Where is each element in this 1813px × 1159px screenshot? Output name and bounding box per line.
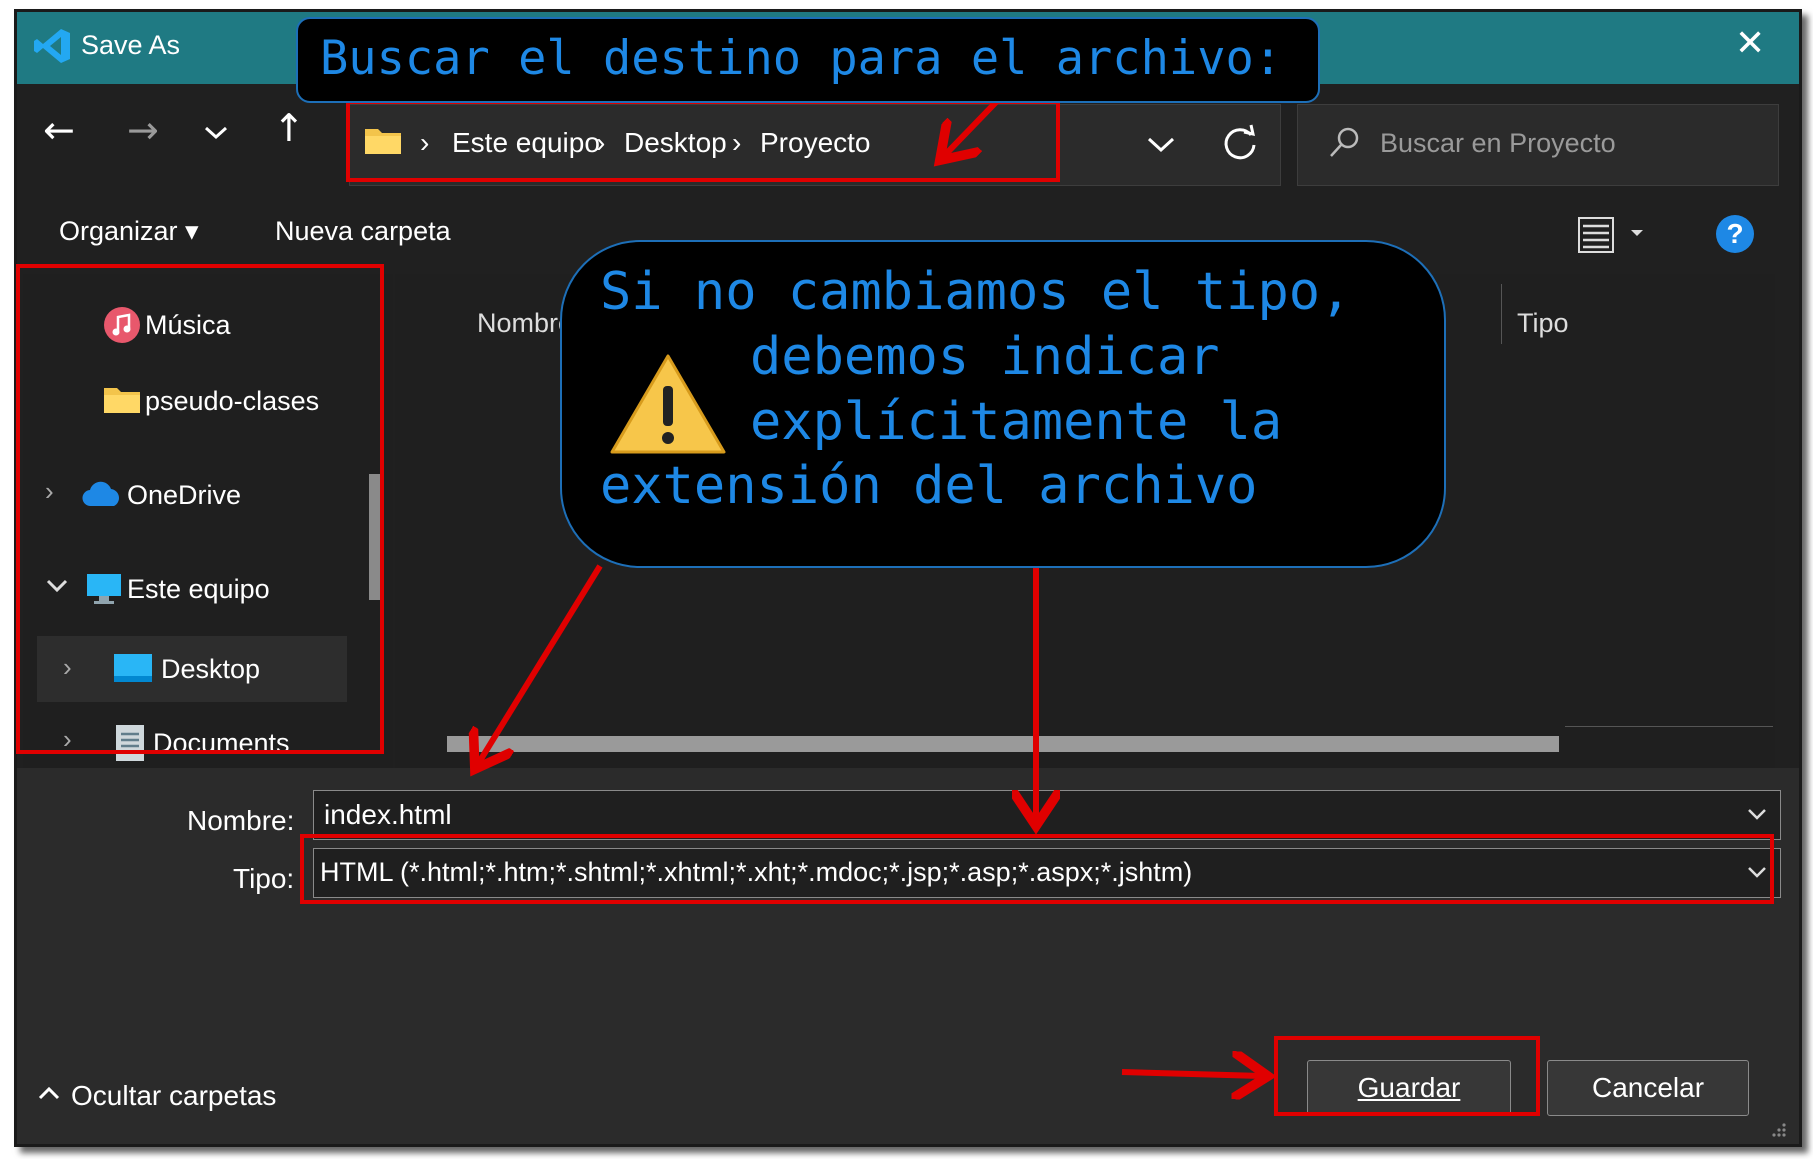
callout-warning-line-1: Si no cambiamos el tipo,: [600, 262, 1352, 322]
arrow-to-save-button: [1121, 1072, 1262, 1076]
callout-warning-line-2: debemos indicar: [750, 327, 1220, 387]
warning-icon: [610, 354, 726, 454]
callout-destination-text: Buscar el destino para el archivo:: [320, 31, 1283, 86]
callout-destination: Buscar el destino para el archivo:: [296, 17, 1320, 103]
arrow-to-breadcrumb: [944, 95, 1003, 156]
callout-warning: Si no cambiamos el tipo, debemos indicar…: [560, 240, 1446, 568]
arrow-to-file-name: [478, 564, 603, 764]
callout-warning-line-3: explícitamente la: [750, 392, 1283, 452]
annotation-arrows: [0, 95, 1813, 1159]
callout-warning-line-4: extensión del archivo: [600, 456, 1258, 516]
